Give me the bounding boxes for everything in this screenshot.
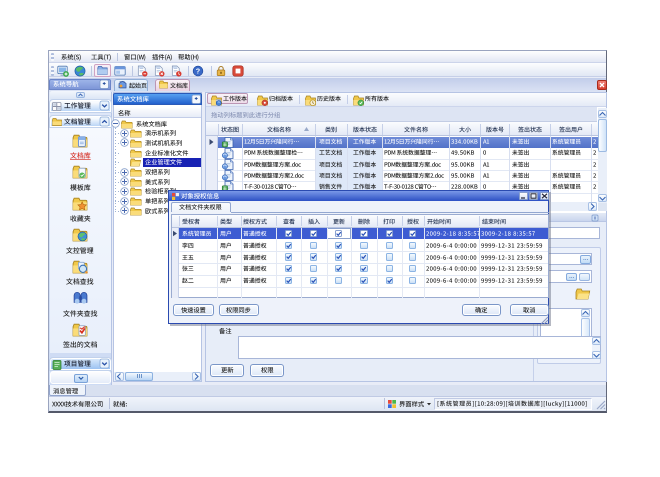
svg-text:?: ? [196, 67, 200, 76]
